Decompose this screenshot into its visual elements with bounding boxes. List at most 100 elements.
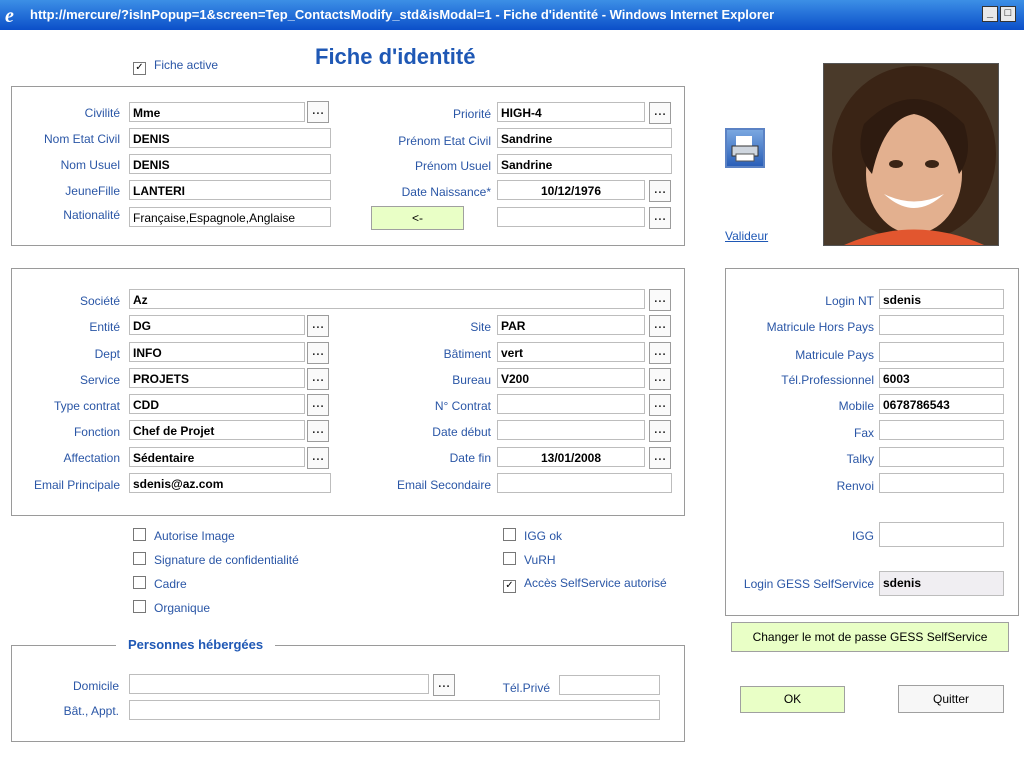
prenom-etat-civil-field[interactable]: Sandrine	[497, 128, 672, 148]
change-password-button[interactable]: Changer le mot de passe GESS SelfService	[731, 622, 1009, 652]
date-fin-field[interactable]: 13/01/2008	[497, 447, 645, 467]
type-contrat-label: Type contrat	[53, 399, 120, 413]
mobile-label: Mobile	[838, 399, 874, 413]
batiment-picker-button[interactable]: ...	[649, 342, 671, 364]
site-picker-button[interactable]: ...	[649, 315, 671, 337]
matricule-hors-pays-field[interactable]	[879, 315, 1004, 335]
igg-label: IGG	[851, 529, 874, 543]
service-picker-button[interactable]: ...	[307, 368, 329, 390]
bat-appt-label: Bât., Appt.	[63, 704, 119, 718]
nom-usuel-field[interactable]: DENIS	[129, 154, 331, 174]
tel-pro-field[interactable]: 6003	[879, 368, 1004, 388]
window-titlebar: e http://mercure/?isInPopup=1&screen=Tep…	[0, 0, 1024, 30]
cadre-checkbox[interactable]: Cadre	[133, 576, 187, 591]
priorite-field[interactable]: HIGH-4	[497, 102, 645, 122]
bureau-label: Bureau	[452, 373, 491, 387]
batiment-field[interactable]: vert	[497, 342, 645, 362]
fonction-picker-button[interactable]: ...	[307, 420, 329, 442]
domicile-picker-button[interactable]: ...	[433, 674, 455, 696]
mobile-field[interactable]: 0678786543	[879, 394, 1004, 414]
societe-picker-button[interactable]: ...	[649, 289, 671, 311]
signature-label: Signature de confidentialité	[154, 553, 299, 567]
page-title: Fiche d'identité	[315, 44, 476, 69]
login-nt-field[interactable]: sdenis	[879, 289, 1004, 309]
no-contrat-field[interactable]	[497, 394, 645, 414]
entite-field[interactable]: DG	[129, 315, 305, 335]
matricule-pays-label: Matricule Pays	[795, 348, 874, 362]
valideur-link[interactable]: Valideur	[725, 229, 768, 243]
nationalite-field[interactable]: Française,Espagnole,Anglaise	[129, 207, 331, 227]
cadre-label: Cadre	[154, 577, 187, 591]
date-naissance-field[interactable]: 10/12/1976	[497, 180, 645, 200]
quitter-button[interactable]: Quitter	[898, 685, 1004, 713]
dept-field[interactable]: INFO	[129, 342, 305, 362]
minimize-button[interactable]: _	[982, 6, 998, 22]
fax-label: Fax	[853, 426, 874, 440]
prenom-usuel-label: Prénom Usuel	[414, 159, 491, 173]
organique-label: Organique	[154, 601, 211, 615]
cadre-box	[133, 576, 146, 589]
service-field[interactable]: PROJETS	[129, 368, 305, 388]
email-principale-field[interactable]: sdenis@az.com	[129, 473, 331, 493]
vurh-checkbox[interactable]: VuRH	[503, 552, 556, 567]
site-field[interactable]: PAR	[497, 315, 645, 335]
date-debut-field[interactable]	[497, 420, 645, 440]
acces-selfservice-check-icon: ✓	[503, 580, 516, 593]
date-naissance-picker-button[interactable]: ...	[649, 180, 671, 202]
nom-etat-civil-field[interactable]: DENIS	[129, 128, 331, 148]
type-contrat-field[interactable]: CDD	[129, 394, 305, 414]
autorise-image-checkbox[interactable]: Autorise Image	[133, 528, 235, 543]
acces-selfservice-checkbox[interactable]: ✓ Accès SelfService autorisé	[503, 576, 667, 593]
date-fin-label: Date fin	[449, 451, 491, 465]
bat-appt-field[interactable]	[129, 700, 660, 720]
domicile-field[interactable]	[129, 674, 429, 694]
email-secondaire-field[interactable]	[497, 473, 672, 493]
svg-text:e: e	[5, 5, 14, 25]
printer-icon	[731, 136, 759, 162]
priorite-picker-button[interactable]: ...	[649, 102, 671, 124]
portrait-image	[824, 64, 998, 245]
organique-checkbox[interactable]: Organique	[133, 600, 210, 615]
date-debut-picker-button[interactable]: ...	[649, 420, 671, 442]
renvoi-field[interactable]	[879, 473, 1004, 493]
fiche-active-label: Fiche active	[154, 58, 219, 72]
societe-field[interactable]: Az	[129, 289, 645, 309]
igg-ok-label: IGG ok	[524, 529, 563, 543]
signature-box	[133, 552, 146, 565]
igg-field[interactable]	[879, 522, 1004, 547]
talky-field[interactable]	[879, 447, 1004, 467]
bureau-field[interactable]: V200	[497, 368, 645, 388]
prenom-usuel-field[interactable]: Sandrine	[497, 154, 672, 174]
fax-field[interactable]	[879, 420, 1004, 440]
jeune-fille-field[interactable]: LANTERI	[129, 180, 331, 200]
affectation-label: Affectation	[63, 451, 120, 465]
profile-photo	[823, 63, 999, 246]
dept-picker-button[interactable]: ...	[307, 342, 329, 364]
ok-button[interactable]: OK	[740, 686, 845, 713]
copy-arrow-button[interactable]: <-	[371, 206, 464, 230]
email-principale-label: Email Principale	[33, 478, 120, 492]
civilite-field[interactable]: Mme	[129, 102, 305, 122]
civilite-picker-button[interactable]: ...	[307, 101, 329, 123]
entite-picker-button[interactable]: ...	[307, 315, 329, 337]
vurh-box	[503, 552, 516, 565]
login-gess-field[interactable]: sdenis	[879, 571, 1004, 596]
entite-label: Entité	[89, 320, 120, 334]
no-contrat-picker-button[interactable]: ...	[649, 394, 671, 416]
extra-picker-button[interactable]: ...	[649, 207, 671, 229]
print-button[interactable]	[725, 128, 765, 168]
date-debut-label: Date début	[432, 425, 491, 439]
fiche-active-checkbox[interactable]: ✓ Fiche active	[133, 58, 218, 75]
date-fin-picker-button[interactable]: ...	[649, 447, 671, 469]
tel-prive-field[interactable]	[559, 675, 660, 695]
signature-checkbox[interactable]: Signature de confidentialité	[133, 552, 299, 567]
matricule-pays-field[interactable]	[879, 342, 1004, 362]
affectation-picker-button[interactable]: ...	[307, 447, 329, 469]
maximize-button[interactable]: □	[1000, 6, 1016, 22]
type-contrat-picker-button[interactable]: ...	[307, 394, 329, 416]
igg-ok-checkbox[interactable]: IGG ok	[503, 528, 562, 543]
fonction-field[interactable]: Chef de Projet	[129, 420, 305, 440]
extra-field[interactable]	[497, 207, 645, 227]
affectation-field[interactable]: Sédentaire	[129, 447, 305, 467]
bureau-picker-button[interactable]: ...	[649, 368, 671, 390]
